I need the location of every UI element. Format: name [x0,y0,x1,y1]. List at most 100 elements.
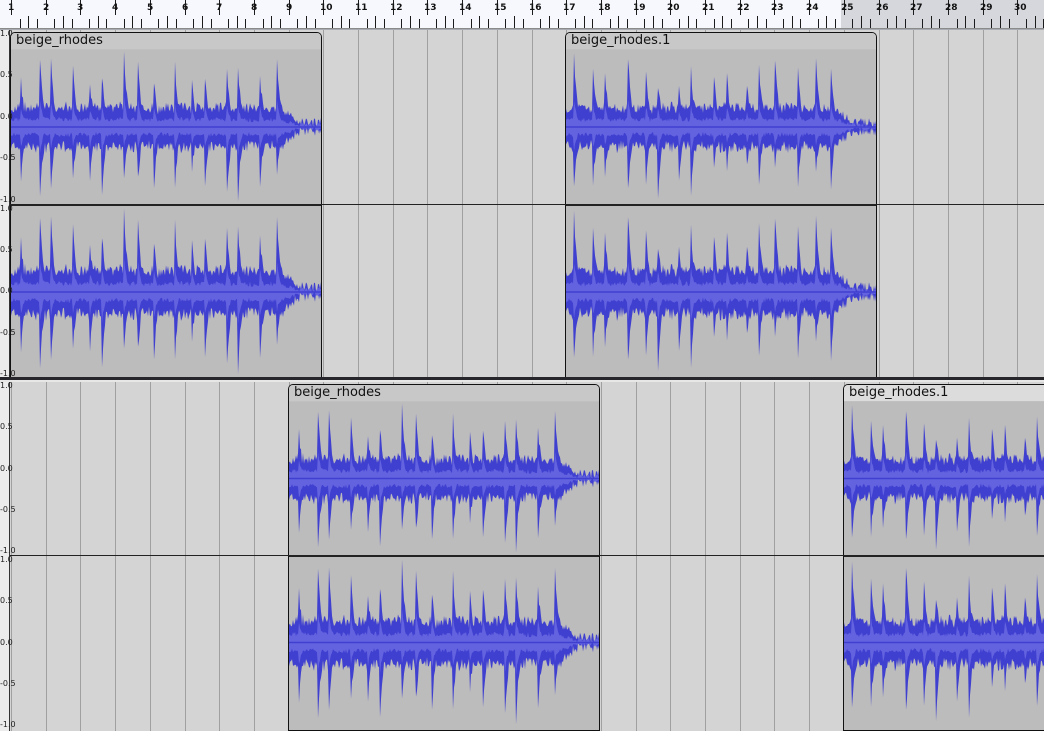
ruler-minor-tick [263,19,264,28]
ruler-label: 2 [43,3,50,13]
vertical-scale-label: 1.0 [0,382,13,390]
ruler-minor-tick [419,19,420,28]
vertical-scale-label: -0.5 [0,153,16,162]
ruler-minor-tick [375,16,376,28]
ruler-label: 29 [980,3,993,13]
ruler-minor-tick [436,19,437,28]
ruler-minor-tick [748,19,749,28]
ruler-minor-tick [905,19,906,28]
ruler-minor-tick [584,16,585,28]
ruler-minor-tick [757,16,758,28]
vertical-scale-label: 1.0 [0,555,13,564]
vertical-scale-label: 0.0 [0,464,13,473]
waveform-right-channel [289,559,599,725]
ruler-minor-tick [505,19,506,28]
ruler-minor-tick [1026,19,1027,28]
ruler-minor-tick [618,16,619,28]
ruler-minor-tick [141,19,142,28]
ruler-minor-tick [410,16,411,28]
ruler-minor-tick [28,16,29,28]
ruler-minor-tick [228,19,229,28]
beat-grid-line [532,30,533,380]
vertical-scale-label: -1.0 [0,546,16,555]
vertical-scale-label: 0.0 [0,112,13,121]
ruler-minor-tick [445,16,446,28]
ruler-minor-tick [965,16,966,28]
ruler-minor-tick [54,19,55,28]
ruler-label: 3 [77,3,84,13]
ruler-label: 14 [459,3,472,13]
ruler-label: 25 [841,3,854,13]
ruler-minor-tick [367,19,368,28]
ruler-label: 19 [633,3,646,13]
audio-track-2[interactable]: 1.0 0.5 0.0 -0.5 -1.0 1.0 0.5 0.0 -0.5 -1.0 beige… [0,382,1044,731]
clip-title-bar[interactable]: beige_rhodes [289,385,599,402]
beat-grid-line [115,382,116,731]
audio-clip[interactable]: beige_rhodes [10,32,322,380]
vertical-scale-1: 1.0 0.5 0.0 -0.5 -1.0 1.0 0.5 0.0 -0.5 -1.0 [0,30,16,380]
ruler-minor-tick [1009,19,1010,28]
ruler-minor-tick [332,19,333,28]
vertical-scale-label: -1.0 [0,195,16,204]
waveform-left-channel [844,405,1044,550]
ruler-label: 10 [320,3,333,13]
ruler-minor-tick [479,16,480,28]
ruler-label: 6 [182,3,189,13]
ruler-label: 1 [8,3,15,13]
beat-grid-line [323,30,324,380]
ruler-minor-tick [202,16,203,28]
beat-grid-line [601,382,602,731]
beat-grid-line [80,382,81,731]
channel-divider [0,204,1044,205]
ruler-label: 27 [910,3,923,13]
beat-grid-line [185,382,186,731]
clip-name: beige_rhodes [294,385,381,400]
ruler-label: 30 [1014,3,1027,13]
clip-title-bar[interactable]: beige_rhodes [11,33,321,50]
waveform-right-channel [844,561,1044,721]
ruler-minor-tick [852,19,853,28]
clip-title-bar[interactable]: beige_rhodes.1 [566,33,876,50]
ruler-minor-tick [662,19,663,28]
clip-title-bar[interactable]: beige_rhodes.1 [844,385,1044,402]
ruler-minor-tick [306,16,307,28]
beat-grid-line [774,382,775,731]
ruler-label: 8 [251,3,258,13]
ruler-label: 4 [112,3,119,13]
waveform-left-channel [11,51,321,202]
ruler-label: 26 [876,3,889,13]
ruler-minor-tick [792,16,793,28]
beat-grid-line [254,382,255,731]
ruler-minor-tick [558,19,559,28]
audio-clip[interactable]: beige_rhodes [288,384,600,731]
audio-clip[interactable]: beige_rhodes.1 [565,32,877,380]
beat-grid-line [219,382,220,731]
ruler-minor-tick [453,19,454,28]
ruler-minor-tick [696,19,697,28]
ruler-label: 17 [563,3,576,13]
ruler-label: 7 [216,3,223,13]
ruler-minor-tick [800,19,801,28]
ruler-minor-tick [870,19,871,28]
beat-grid-line [670,382,671,731]
ruler-minor-tick [592,19,593,28]
ruler-minor-tick [245,19,246,28]
ruler-minor-tick [826,16,827,28]
ruler-minor-tick [575,19,576,28]
beat-grid-line [427,30,428,380]
channel-divider [0,555,1044,556]
beat-grid-line [150,382,151,731]
vertical-scale-label: 0.0 [0,638,13,647]
ruler-label: 21 [702,3,715,13]
ruler-minor-tick [818,19,819,28]
ruler-minor-tick [1000,16,1001,28]
ruler-minor-tick [280,19,281,28]
ruler-minor-tick [271,16,272,28]
ruler-minor-tick [679,19,680,28]
track-separator[interactable] [0,377,1044,380]
audio-clip[interactable]: beige_rhodes.1 [843,384,1044,731]
timeline-ruler[interactable]: 1 2 3 4 5 6 7 8 9 10 11 12 13 14 15 16 17 18 19 20 21 22 23 24 2… [0,0,1044,30]
beat-grid-line [983,30,984,380]
audio-track-1[interactable]: 1.0 0.5 0.0 -0.5 -1.0 1.0 0.5 0.0 -0.5 -1.0 beige… [0,30,1044,380]
ruler-minor-tick [653,16,654,28]
